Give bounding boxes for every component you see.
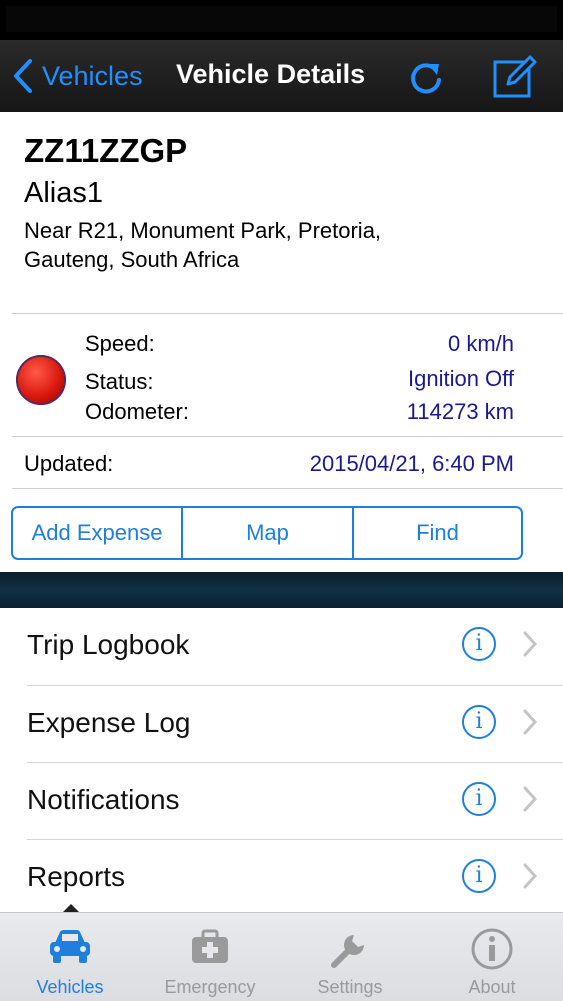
compose-icon[interactable] — [492, 54, 538, 98]
tab-label: Settings — [317, 977, 383, 997]
car-icon — [50, 930, 90, 963]
navigation-bar: Vehicles Vehicle Details — [0, 40, 563, 112]
divider — [12, 436, 563, 437]
menu-item-reports[interactable]: Reports i — [0, 840, 563, 917]
vehicle-address: Near R21, Monument Park, Pretoria, Gaute… — [24, 218, 382, 272]
info-icon[interactable]: i — [462, 782, 496, 816]
add-expense-button[interactable]: Add Expense — [13, 508, 183, 558]
divider — [12, 488, 563, 489]
back-button-label: Vehicles — [42, 60, 143, 91]
tab-bar: Vehicles Emergency Settings About — [0, 912, 563, 1001]
status-label: Status: — [85, 369, 154, 394]
map-button[interactable]: Map — [183, 508, 354, 558]
vehicle-alias: Alias1 — [24, 177, 103, 209]
tab-about[interactable]: About — [422, 913, 562, 1001]
chevron-right-icon — [523, 786, 538, 812]
menu-item-expense-log[interactable]: Expense Log i — [0, 686, 563, 763]
find-button[interactable]: Find — [354, 508, 521, 558]
menu-item-trip-logbook[interactable]: Trip Logbook i — [0, 608, 563, 685]
tab-label: Vehicles — [36, 977, 104, 997]
updated-value: 2015/04/21, 6:40 PM — [309, 451, 514, 476]
wrench-icon — [331, 935, 364, 968]
menu-item-label: Reports — [27, 861, 126, 892]
status-value: Ignition Off — [408, 366, 514, 391]
menu-item-label: Notifications — [27, 784, 180, 815]
chevron-left-icon — [14, 59, 32, 93]
tab-emergency[interactable]: Emergency — [140, 913, 280, 1001]
menu-item-notifications[interactable]: Notifications i — [0, 763, 563, 840]
speed-value: 0 km/h — [447, 331, 514, 356]
tab-label: About — [468, 977, 516, 997]
first-aid-icon — [192, 929, 228, 963]
back-button[interactable]: Vehicles — [12, 56, 143, 96]
status-indicator-icon — [16, 355, 66, 405]
menu-item-label: Expense Log — [27, 707, 191, 738]
section-separator-band — [0, 572, 563, 608]
chevron-right-icon — [523, 863, 538, 889]
page-title: Vehicle Details — [176, 59, 366, 89]
menu-item-label: Trip Logbook — [27, 629, 190, 660]
info-icon — [471, 928, 513, 970]
odometer-value: 114273 km — [406, 399, 514, 424]
tab-vehicles[interactable]: Vehicles — [0, 913, 140, 1001]
chevron-right-icon — [523, 631, 538, 657]
speed-label: Speed: — [85, 331, 155, 356]
action-segmented-control: Add Expense Map Find — [11, 506, 523, 560]
odometer-label: Odometer: — [85, 399, 189, 424]
status-bar — [0, 0, 563, 40]
chevron-right-icon — [523, 709, 538, 735]
info-icon[interactable]: i — [462, 859, 496, 893]
divider — [12, 313, 563, 314]
info-icon[interactable]: i — [462, 627, 496, 661]
info-icon[interactable]: i — [462, 705, 496, 739]
tab-label: Emergency — [164, 977, 256, 997]
updated-label: Updated: — [24, 451, 114, 476]
tab-settings[interactable]: Settings — [280, 913, 420, 1001]
refresh-icon[interactable] — [406, 58, 446, 98]
vehicle-plate: ZZ11ZZGP — [24, 132, 188, 169]
